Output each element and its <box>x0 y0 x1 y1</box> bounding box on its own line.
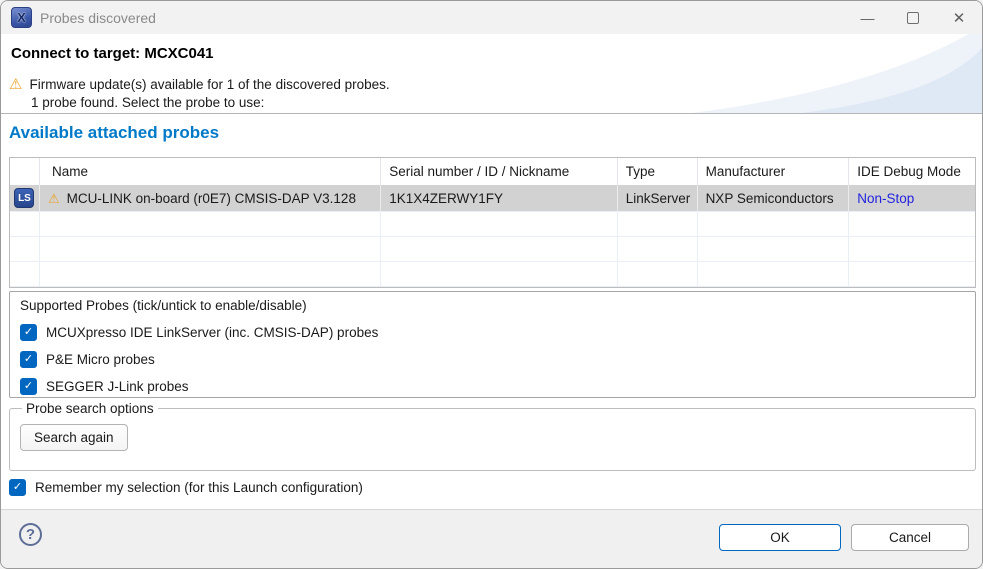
empty-table-row <box>10 211 975 236</box>
column-header-manufacturer[interactable]: Manufacturer <box>698 158 850 185</box>
window-title: Probes discovered <box>40 10 156 26</box>
check-icon: ✓ <box>13 480 22 495</box>
probe-type: LinkServer <box>618 185 698 211</box>
supported-probes-label: Supported Probes (tick/untick to enable/… <box>20 298 965 313</box>
column-header-name[interactable]: Name <box>40 158 381 185</box>
close-icon: ✕ <box>953 9 966 27</box>
pemicro-checkbox-label: P&E Micro probes <box>46 352 155 367</box>
firmware-warning-text: Firmware update(s) available for 1 of th… <box>29 77 389 92</box>
probe-search-options-legend: Probe search options <box>22 401 158 416</box>
pemicro-probes-option[interactable]: ✓ P&E Micro probes <box>20 346 965 373</box>
probe-search-options-group: Probe search options Search again <box>9 401 976 471</box>
remember-selection-label: Remember my selection (for this Launch c… <box>35 480 363 495</box>
ide-debug-mode-value[interactable]: Non-Stop <box>857 191 914 206</box>
column-header-icon <box>10 158 40 185</box>
check-icon: ✓ <box>24 379 33 394</box>
probe-manufacturer: NXP Semiconductors <box>698 185 850 211</box>
segger-probes-option[interactable]: ✓ SEGGER J-Link probes <box>20 373 965 400</box>
probe-name: MCU-LINK on-board (r0E7) CMSIS-DAP V3.12… <box>67 191 356 206</box>
empty-table-row <box>10 261 975 286</box>
close-button[interactable]: ✕ <box>936 1 982 34</box>
header-gradient-decoration <box>552 34 982 113</box>
segger-checkbox[interactable]: ✓ <box>20 378 37 395</box>
maximize-button[interactable] <box>890 1 936 34</box>
search-again-button[interactable]: Search again <box>20 424 128 451</box>
title-bar: X Probes discovered — ✕ <box>1 1 982 34</box>
empty-table-row <box>10 236 975 261</box>
linkserver-probe-icon: LS <box>14 188 34 208</box>
empty-table-row <box>10 286 975 287</box>
column-header-serial[interactable]: Serial number / ID / Nickname <box>381 158 618 185</box>
cancel-button[interactable]: Cancel <box>851 524 969 551</box>
maximize-icon <box>907 12 919 24</box>
window-controls: — ✕ <box>844 1 982 34</box>
pemicro-checkbox[interactable]: ✓ <box>20 351 37 368</box>
remember-selection-checkbox[interactable]: ✓ <box>9 479 26 496</box>
help-icon: ? <box>26 526 35 543</box>
linkserver-checkbox-label: MCUXpresso IDE LinkServer (inc. CMSIS-DA… <box>46 325 378 340</box>
probe-found-text: 1 probe found. Select the probe to use: <box>31 95 264 110</box>
column-header-ide-debug-mode[interactable]: IDE Debug Mode <box>849 158 975 185</box>
mcuxpresso-logo-icon: X <box>11 7 32 28</box>
minimize-button[interactable]: — <box>844 1 890 34</box>
linkserver-probes-option[interactable]: ✓ MCUXpresso IDE LinkServer (inc. CMSIS-… <box>20 319 965 346</box>
help-button[interactable]: ? <box>19 523 42 546</box>
remember-selection-option[interactable]: ✓ Remember my selection (for this Launch… <box>9 479 363 496</box>
check-icon: ✓ <box>24 325 33 340</box>
probes-discovered-dialog: X Probes discovered — ✕ Connect to targe… <box>0 0 983 569</box>
button-bar: ? OK Cancel <box>1 509 982 569</box>
table-header-row: Name Serial number / ID / Nickname Type … <box>10 158 975 185</box>
probe-table: Name Serial number / ID / Nickname Type … <box>9 157 976 288</box>
probe-serial: 1K1X4ZERWY1FY <box>381 185 618 211</box>
column-header-type[interactable]: Type <box>618 158 698 185</box>
probe-table-row-selected[interactable]: LS ⚠ MCU-LINK on-board (r0E7) CMSIS-DAP … <box>10 185 975 211</box>
supported-probes-group: Supported Probes (tick/untick to enable/… <box>9 291 976 398</box>
connect-target-title: Connect to target: MCXC041 <box>11 45 214 62</box>
ok-button[interactable]: OK <box>719 524 841 551</box>
dialog-header: Connect to target: MCXC041 ⚠ Firmware up… <box>1 34 982 114</box>
linkserver-checkbox[interactable]: ✓ <box>20 324 37 341</box>
warning-icon: ⚠ <box>9 77 22 92</box>
available-probes-heading: Available attached probes <box>9 123 219 143</box>
firmware-warning-icon: ⚠ <box>48 191 60 206</box>
check-icon: ✓ <box>24 352 33 367</box>
segger-checkbox-label: SEGGER J-Link probes <box>46 379 189 394</box>
minimize-icon: — <box>861 10 874 26</box>
